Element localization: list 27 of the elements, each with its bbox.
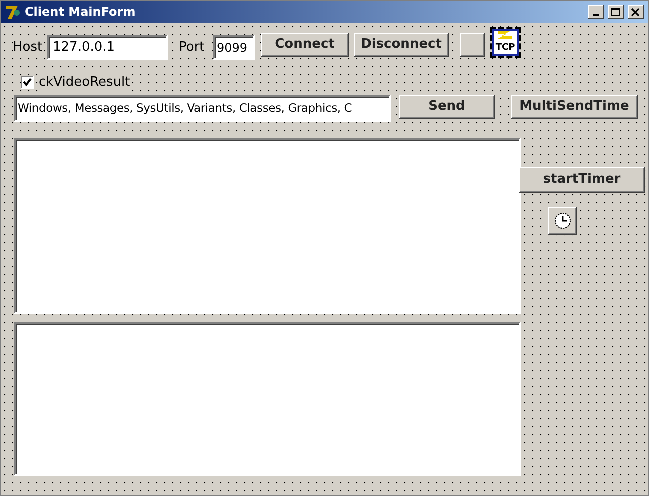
- lightning-icon: [497, 31, 513, 39]
- check-icon: [23, 78, 32, 88]
- window-title: Client MainForm: [25, 4, 137, 21]
- tcp-component[interactable]: TCP: [492, 29, 519, 56]
- minimize-icon: [593, 14, 599, 16]
- checkbox[interactable]: [21, 76, 34, 90]
- close-button[interactable]: [628, 5, 644, 19]
- send-button[interactable]: Send: [399, 95, 495, 119]
- start-timer-button[interactable]: startTimer: [519, 167, 645, 193]
- app-icon: [5, 4, 21, 20]
- port-field[interactable]: 9099: [213, 35, 255, 60]
- toolbar-button[interactable]: Disconnect: [354, 33, 449, 57]
- clock-icon: [554, 212, 572, 230]
- tcp-text: TCP: [496, 44, 516, 53]
- close-icon: [631, 8, 641, 16]
- minimize-button[interactable]: [588, 5, 604, 19]
- maximize-button[interactable]: [608, 5, 624, 19]
- memo-box[interactable]: [14, 138, 521, 314]
- checkbox-label: ckVideoResult: [39, 73, 130, 92]
- host-field[interactable]: 127.0.0.1: [47, 35, 168, 60]
- toolbar-button[interactable]: Connect: [261, 33, 349, 57]
- maximize-icon: [611, 8, 621, 16]
- timer-component[interactable]: [548, 207, 577, 235]
- memo-box[interactable]: [14, 322, 521, 476]
- send-button[interactable]: MultiSendTime: [511, 95, 638, 119]
- message-field[interactable]: Windows, Messages, SysUtils, Variants, Classes, Graphics, C: [14, 95, 391, 122]
- blank-button[interactable]: [460, 33, 485, 57]
